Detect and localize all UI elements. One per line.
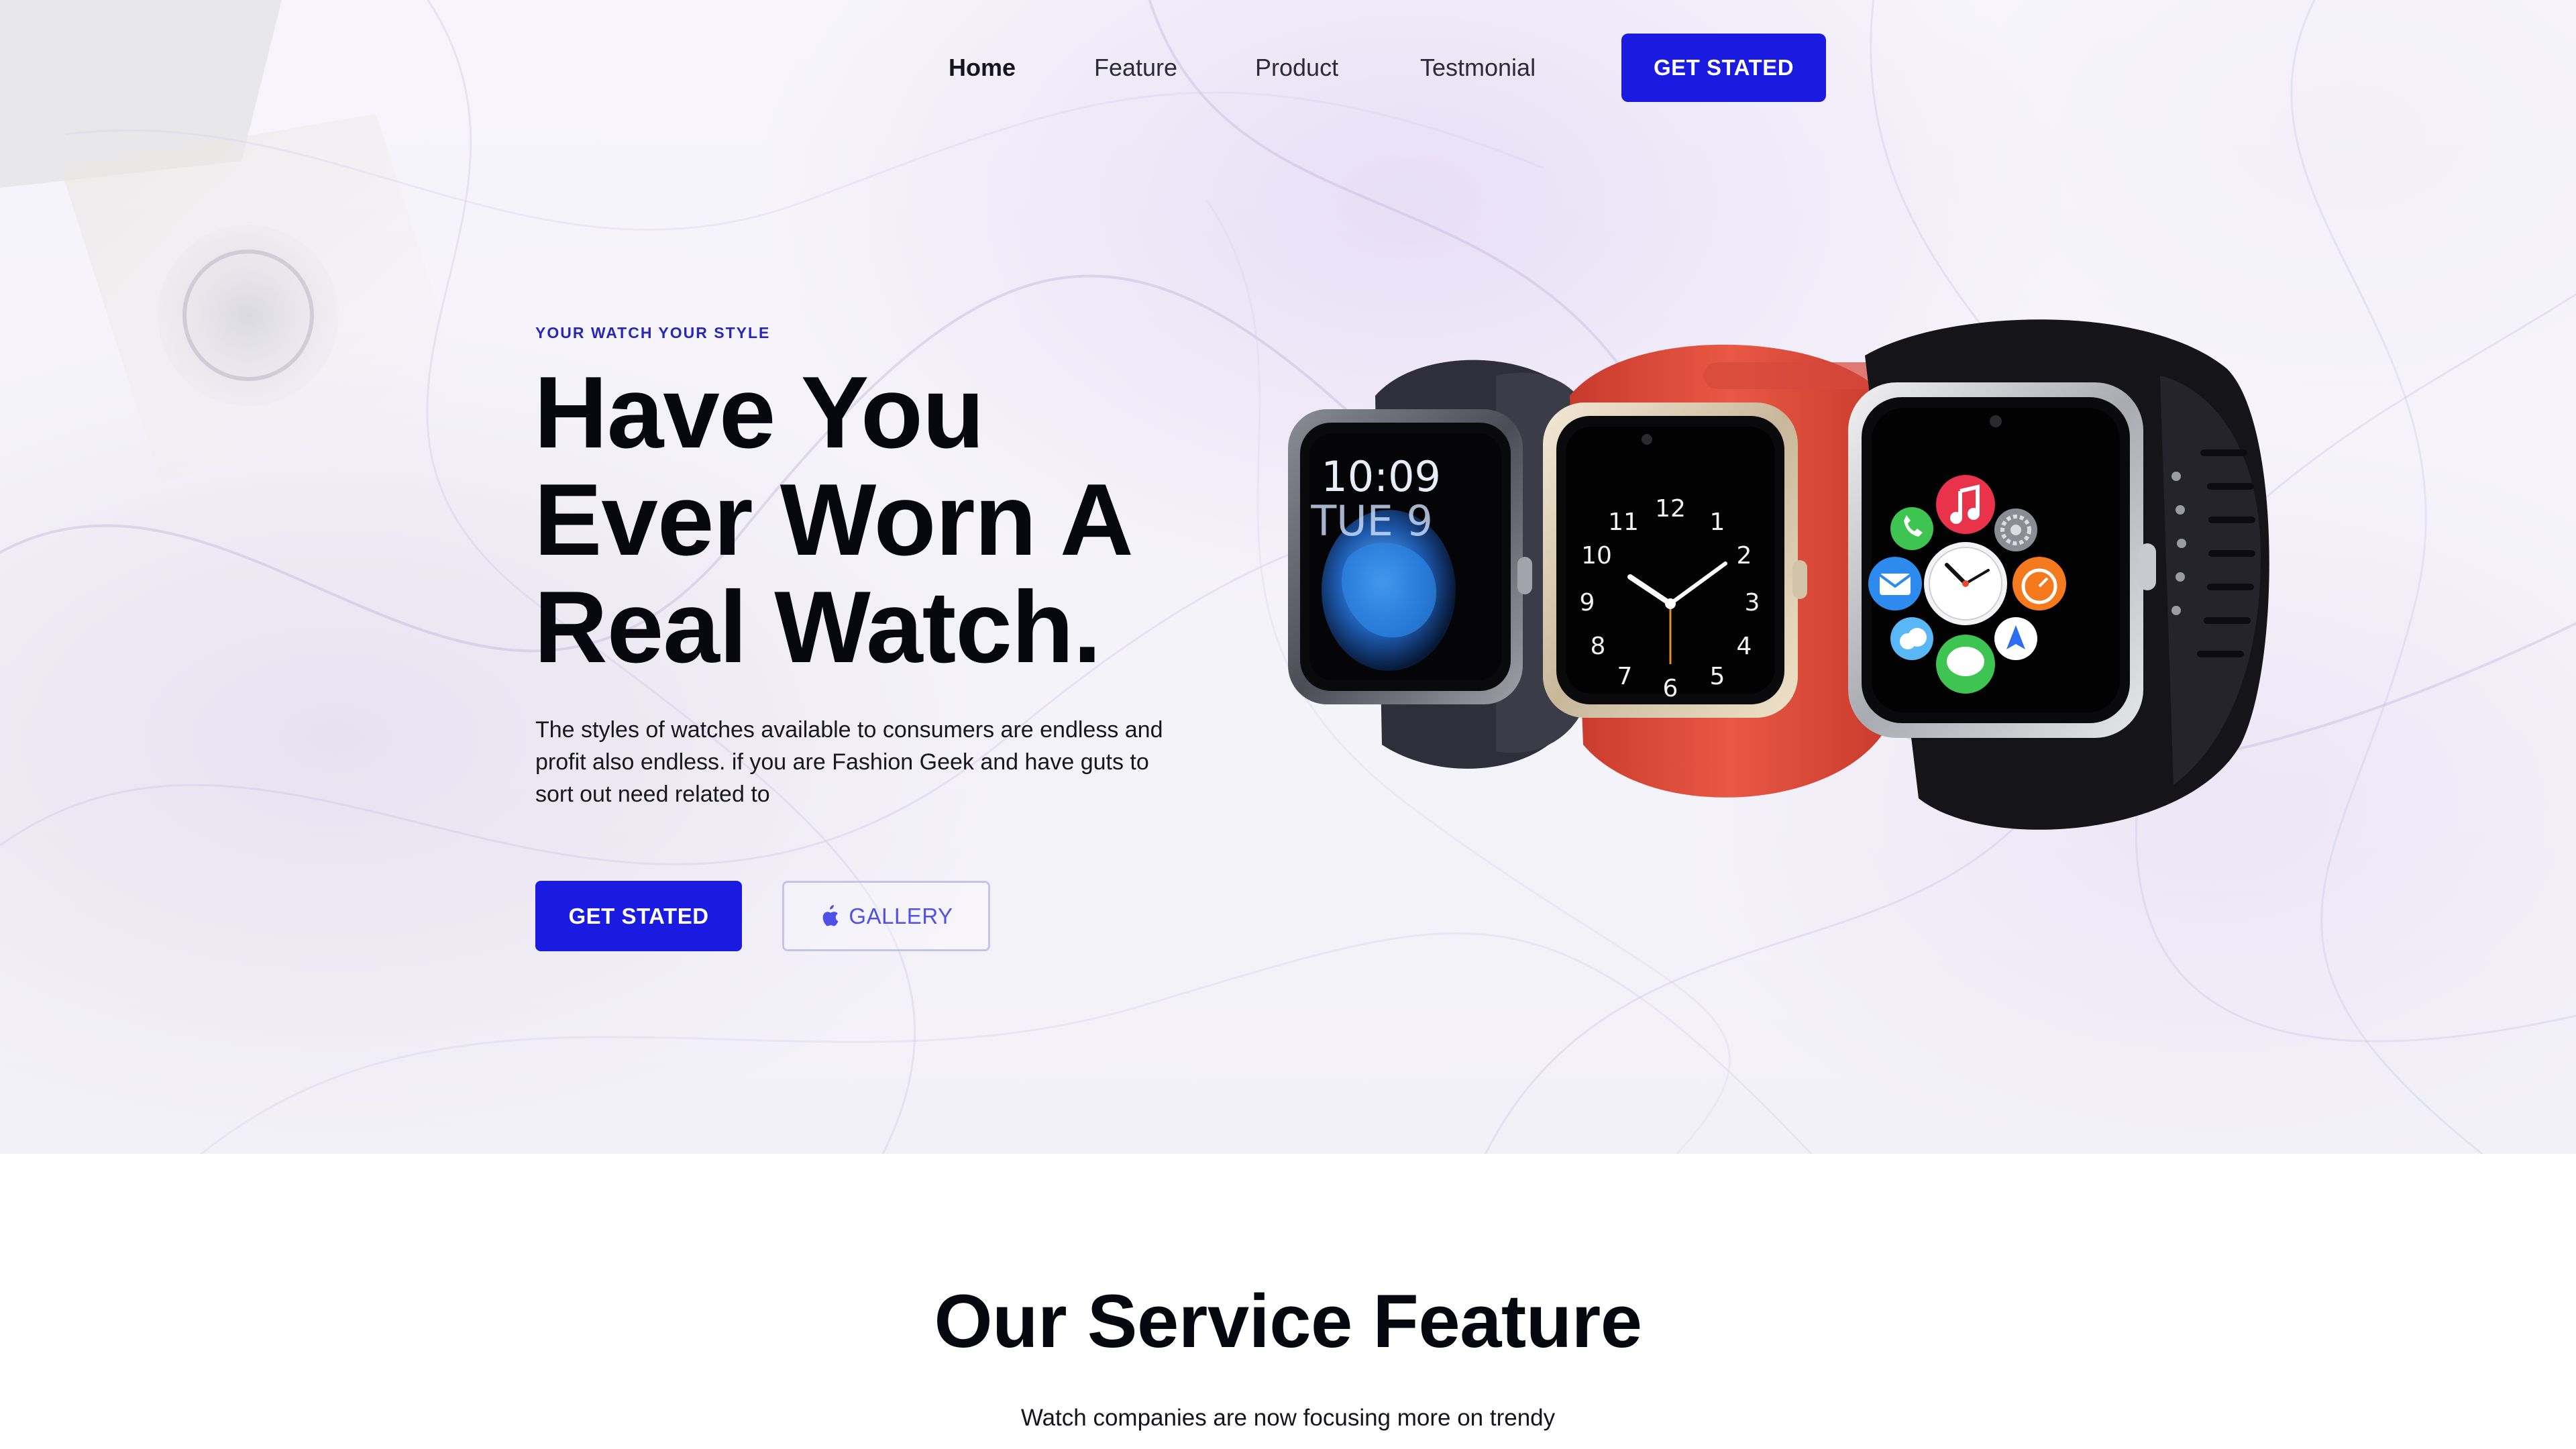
services-title: Our Service Feature (934, 1279, 1643, 1363)
nav-get-started-button[interactable]: GET STATED (1621, 34, 1826, 102)
dial-4: 4 (1737, 633, 1752, 660)
nav-link-product[interactable]: Product (1255, 54, 1338, 82)
hero-lead-text: The styles of watches available to consu… (535, 717, 1163, 807)
nav-link-testmonial[interactable]: Testmonial (1420, 54, 1536, 82)
dial-7: 7 (1617, 663, 1633, 690)
gallery-button-label: GALLERY (849, 903, 953, 928)
hero-gallery-button[interactable]: GALLERY (782, 881, 990, 951)
hero-watches-image: 10:09 TUE 9 12 1 2 3 4 5 6 7 8 9 10 11 (1288, 319, 2269, 830)
hero-section: Home Feature Product Testmonial GET STAT… (0, 0, 2576, 1154)
nav-link-home[interactable]: Home (949, 54, 1016, 82)
hero-get-started-button[interactable]: GET STATED (535, 881, 742, 951)
dial-6: 6 (1663, 675, 1678, 702)
watch-left-time: 10:09 (1321, 452, 1441, 501)
hero-eyebrow: YOUR WATCH YOUR STYLE (535, 324, 771, 341)
dial-5: 5 (1710, 663, 1725, 690)
hero-headline-line-1: Have You (534, 356, 985, 470)
services-subtitle: Watch companies are now focusing more on… (1020, 1405, 1556, 1431)
nav-link-feature[interactable]: Feature (1094, 54, 1177, 82)
dial-1: 1 (1710, 508, 1725, 536)
watch-right (1848, 319, 2269, 830)
dial-12: 12 (1655, 495, 1686, 523)
hero-headline: Have You Ever Worn A Real Watch. (534, 359, 1272, 681)
hero-headline-line-3: Real Watch. (534, 570, 1102, 684)
phone-icon (1890, 507, 1933, 550)
watch-left-date: TUE 9 (1310, 496, 1433, 545)
dial-11: 11 (1608, 508, 1639, 536)
dial-10: 10 (1581, 542, 1612, 570)
dial-9: 9 (1580, 589, 1595, 616)
page: Home Feature Product Testmonial GET STAT… (0, 0, 2576, 1449)
music-icon (1936, 475, 1995, 534)
apple-icon (823, 904, 839, 926)
dial-8: 8 (1591, 633, 1606, 660)
dial-2: 2 (1737, 542, 1752, 570)
top-nav: Home Feature Product Testmonial GET STAT… (0, 34, 2576, 102)
hero-headline-line-2: Ever Worn A (534, 463, 1134, 577)
dial-3: 3 (1745, 589, 1760, 616)
